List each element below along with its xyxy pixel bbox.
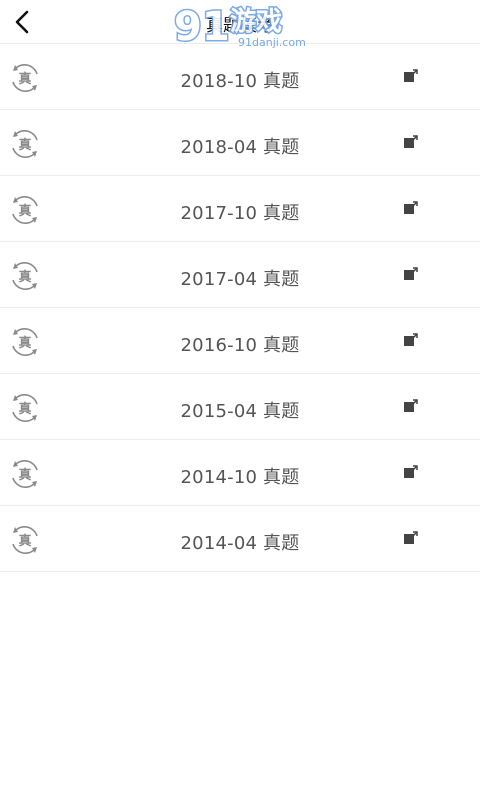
open-external-icon[interactable] [403,134,419,150]
open-external-icon[interactable] [403,398,419,414]
page-title: 真题模考 [206,16,274,36]
list-item[interactable]: 真 2015-04 真题 [0,374,480,440]
list-item[interactable]: 真 2016-10 真题 [0,308,480,374]
list-item[interactable]: 真 2018-04 真题 [0,110,480,176]
list-item[interactable]: 真 2017-04 真题 [0,242,480,308]
open-external-icon[interactable] [403,266,419,282]
exam-list: 真 2018-10 真题 真 2018-04 真题 真 2017-10 真题 真… [0,44,480,572]
list-item[interactable]: 真 2017-10 真题 [0,176,480,242]
list-item[interactable]: 真 2018-10 真题 [0,44,480,110]
open-external-icon[interactable] [403,200,419,216]
list-item[interactable]: 真 2014-10 真题 [0,440,480,506]
header-bar: 真题模考 91 游戏 91danji.com [0,0,480,52]
open-external-icon[interactable] [403,464,419,480]
open-external-icon[interactable] [403,332,419,348]
app-screen: 真题模考 91 游戏 91danji.com 真 2018-10 真题 真 20… [0,0,480,800]
open-external-icon[interactable] [403,68,419,84]
list-item[interactable]: 真 2014-04 真题 [0,506,480,572]
open-external-icon[interactable] [403,530,419,546]
